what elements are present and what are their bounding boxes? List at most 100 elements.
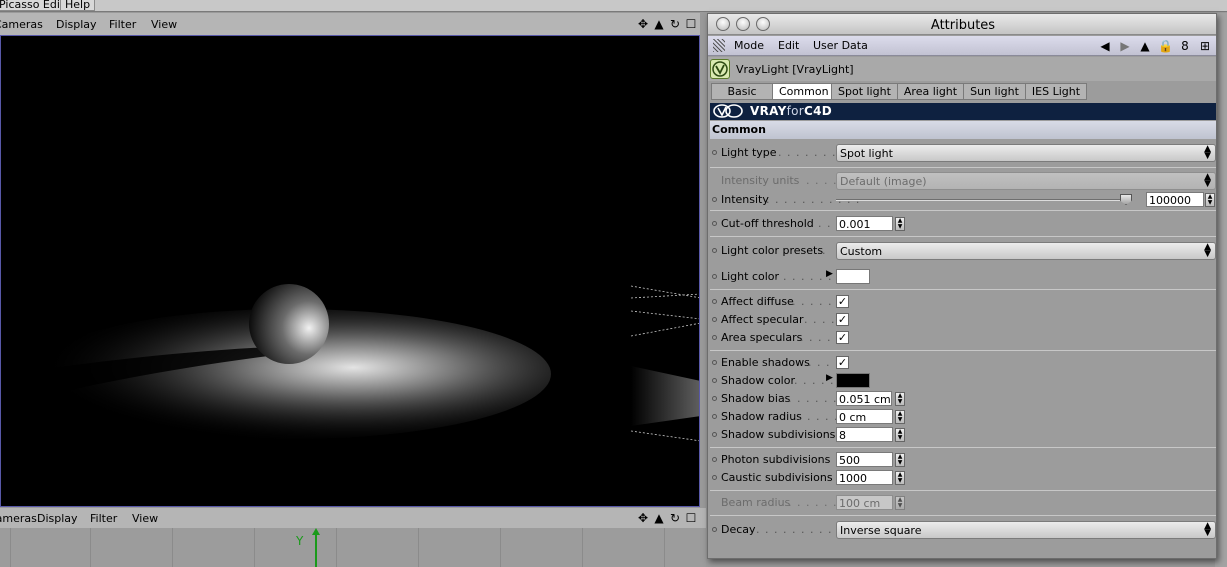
link-icon[interactable]: 8 <box>1178 38 1192 54</box>
keyframe-dot-icon[interactable] <box>712 457 717 462</box>
affect-diffuse-checkbox[interactable]: ✓ <box>836 295 849 308</box>
intensity-units-dropdown: Default (image) ▲ ▼ <box>836 172 1216 190</box>
photon-subdivisions-input[interactable]: 500 <box>836 452 893 467</box>
cutoff-input[interactable]: 0.001 <box>836 216 893 231</box>
cutoff-stepper[interactable]: ▲ ▼ <box>895 217 905 231</box>
decay-label: Decay <box>721 523 756 536</box>
keyframe-dot-icon[interactable] <box>712 396 717 401</box>
zoom-icon[interactable]: ▲ <box>652 511 666 525</box>
tab-basic[interactable]: Basic <box>711 83 773 100</box>
keyframe-dot-icon[interactable] <box>712 378 717 383</box>
help-menu[interactable]: Help <box>60 0 96 11</box>
intensity-input[interactable]: 100000 <box>1146 192 1204 207</box>
intensity-slider[interactable] <box>836 199 1132 201</box>
keyframe-dot-icon[interactable] <box>712 527 717 532</box>
keyframe-dot-icon[interactable] <box>712 274 717 279</box>
tab-common[interactable]: Common <box>772 83 832 100</box>
user-data-menu[interactable]: User Data <box>813 39 868 52</box>
edit-menu[interactable]: Edit <box>778 39 799 52</box>
keyframe-dot-icon[interactable] <box>712 432 717 437</box>
keyframe-dot-icon[interactable] <box>712 248 717 253</box>
enable-shadows-checkbox[interactable]: ✓ <box>836 356 849 369</box>
y-axis-arrow-icon <box>312 528 320 535</box>
keyframe-dot-icon[interactable] <box>712 360 717 365</box>
shadow-radius-label: Shadow radius <box>721 410 802 423</box>
viewport-view-menu[interactable]: View <box>151 18 177 31</box>
caustic-subdivisions-stepper[interactable]: ▲ ▼ <box>895 471 905 485</box>
affect-diffuse-label: Affect diffuse <box>721 295 794 308</box>
light-color-row: Light color . . . . . . . . ▶ <box>708 268 1216 286</box>
tab-area-light[interactable]: Area light <box>896 83 965 100</box>
viewport2-view-menu[interactable]: View <box>132 512 158 525</box>
keyframe-dot-icon[interactable] <box>712 197 717 202</box>
enable-shadows-label: Enable shadows <box>721 356 810 369</box>
shadow-radius-stepper[interactable]: ▲ ▼ <box>895 410 905 424</box>
vray-logo-icon <box>713 104 743 118</box>
move-icon[interactable]: ✥ <box>636 511 650 525</box>
caustic-subdivisions-input[interactable]: 1000 <box>836 470 893 485</box>
tab-ies-light[interactable]: IES Light <box>1024 83 1088 100</box>
tab-sun-light[interactable]: Sun light <box>963 83 1026 100</box>
shadow-bias-row: Shadow bias . . . . . . 0.051 cm ▲ ▼ <box>708 390 1216 408</box>
forward-arrow-icon[interactable]: ▶ <box>1118 38 1132 54</box>
shadow-subdivisions-input[interactable]: 8 <box>836 427 893 442</box>
area-speculars-label: Area speculars <box>721 331 803 344</box>
light-color-swatch[interactable] <box>836 269 870 284</box>
move-icon[interactable]: ✥ <box>636 17 650 31</box>
intensity-stepper[interactable]: ▲ ▼ <box>1205 193 1215 207</box>
keyframe-dot-icon[interactable] <box>712 221 717 226</box>
shadow-bias-input[interactable]: 0.051 cm <box>836 391 892 406</box>
viewport2-render[interactable]: Y <box>0 528 706 567</box>
keyframe-dot-icon[interactable] <box>712 150 717 155</box>
back-arrow-icon[interactable]: ◀ <box>1098 38 1112 54</box>
new-window-icon[interactable]: ⊞ <box>1198 38 1212 54</box>
shadow-bias-stepper[interactable]: ▲ ▼ <box>895 392 905 406</box>
photon-subdivisions-stepper[interactable]: ▲ ▼ <box>895 453 905 467</box>
maximize-icon[interactable]: ☐ <box>684 17 698 31</box>
viewport-display-menu[interactable]: Display <box>56 18 97 31</box>
keyframe-dot-icon[interactable] <box>712 317 717 322</box>
zoom-icon[interactable]: ▲ <box>652 17 666 31</box>
light-type-dropdown[interactable]: Spot light ▲ ▼ <box>836 144 1216 162</box>
lock-icon[interactable]: 🔒 <box>1158 38 1173 54</box>
keyframe-dot-icon[interactable] <box>712 475 717 480</box>
viewport-render[interactable] <box>0 35 700 507</box>
keyframe-dot-icon[interactable] <box>712 414 717 419</box>
affect-specular-row: Affect specular . . . . ✓ <box>708 311 1216 329</box>
intensity-units-label: Intensity units <box>721 174 800 187</box>
viewport-filter-menu[interactable]: Filter <box>109 18 136 31</box>
color-presets-dropdown[interactable]: Custom ▲ ▼ <box>836 242 1216 260</box>
expand-triangle-icon[interactable]: ▶ <box>826 269 833 279</box>
viewport2-display-menu[interactable]: Display <box>37 512 78 525</box>
shadow-color-row: Shadow color . . . . . ▶ <box>708 372 1216 390</box>
shadow-subdivisions-stepper[interactable]: ▲ ▼ <box>895 428 905 442</box>
rotate-icon[interactable]: ↻ <box>668 511 682 525</box>
viewport2-filter-menu[interactable]: Filter <box>90 512 117 525</box>
expand-triangle-icon[interactable]: ▶ <box>826 373 833 383</box>
keyframe-dot-icon[interactable] <box>712 299 717 304</box>
photon-subdivisions-row: Photon subdivisions 500 ▲ ▼ <box>708 451 1216 469</box>
mode-menu[interactable]: Mode <box>734 39 764 52</box>
beam-radius-stepper: ▲ ▼ <box>895 496 905 510</box>
color-presets-label: Light color presets <box>721 244 824 257</box>
dropdown-arrows-icon: ▲ ▼ <box>1204 521 1211 538</box>
keyframe-dot-icon[interactable] <box>712 335 717 340</box>
shadow-radius-input[interactable]: 0 cm <box>836 409 893 424</box>
affect-specular-checkbox[interactable]: ✓ <box>836 313 849 326</box>
area-speculars-row: Area speculars . . . . . ✓ <box>708 329 1216 347</box>
area-speculars-checkbox[interactable]: ✓ <box>836 331 849 344</box>
intensity-slider-knob[interactable] <box>1120 194 1132 205</box>
up-arrow-icon[interactable]: ▲ <box>1138 38 1152 54</box>
viewport-cameras-menu[interactable]: Cameras <box>0 18 43 31</box>
scene-render <box>1 284 699 442</box>
maximize-icon[interactable]: ☐ <box>684 511 698 525</box>
rotate-icon[interactable]: ↻ <box>668 17 682 31</box>
decay-dropdown[interactable]: Inverse square ▲ ▼ <box>836 521 1216 539</box>
shadow-color-swatch[interactable] <box>836 373 870 388</box>
grip-icon[interactable] <box>713 39 725 52</box>
attributes-titlebar[interactable]: Attributes <box>708 14 1216 35</box>
affect-diffuse-row: Affect diffuse . . . . . . ✓ <box>708 293 1216 311</box>
tab-spot-light[interactable]: Spot light <box>831 83 898 100</box>
spotlight-cone <box>631 366 699 426</box>
viewport2-cameras-menu[interactable]: Cameras <box>0 512 37 525</box>
